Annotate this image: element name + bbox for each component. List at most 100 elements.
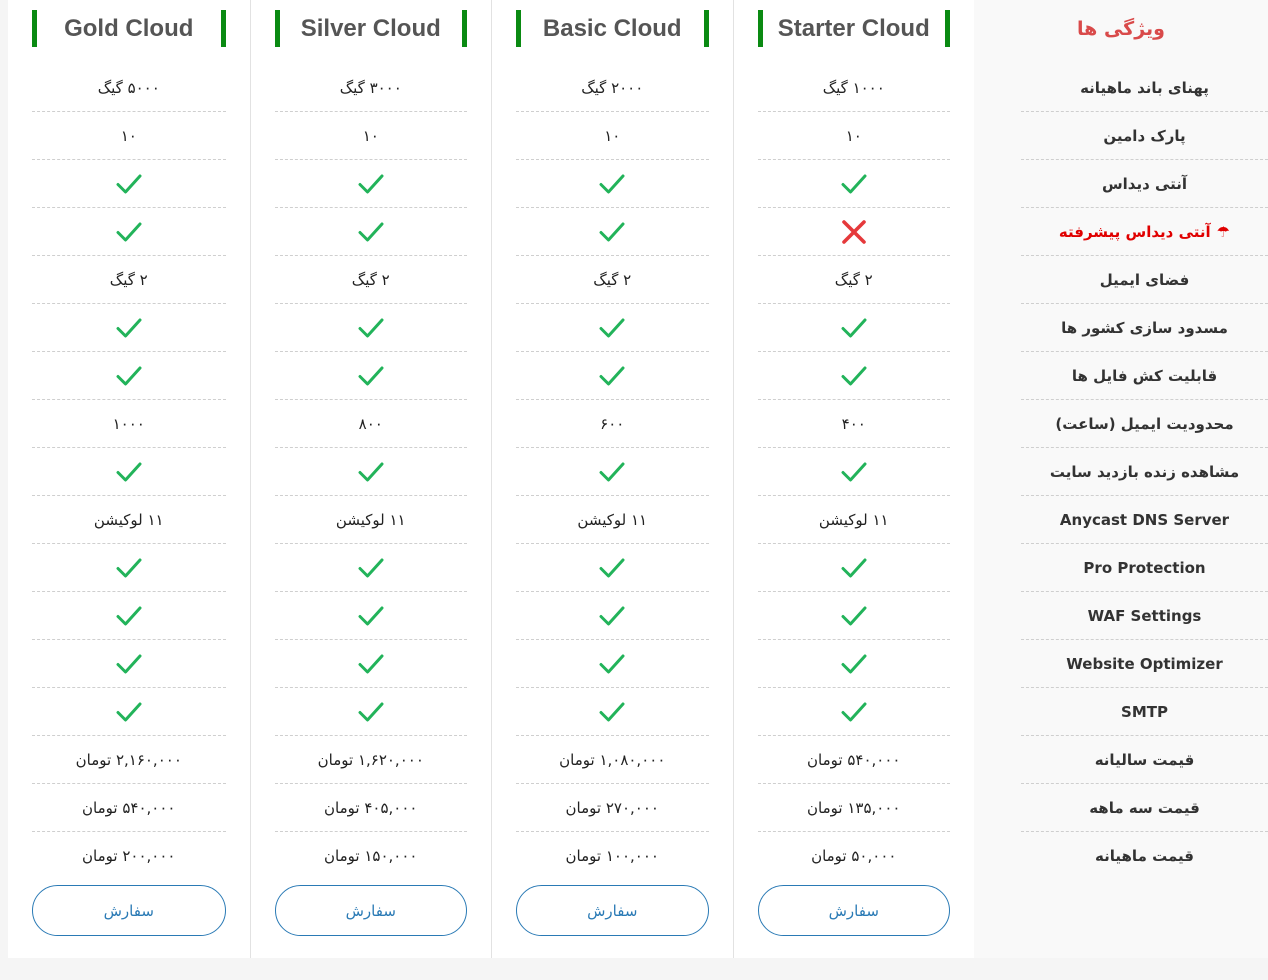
plan-value-text: ۱۱ لوکیشن [335, 510, 406, 529]
plan-values: ۳۰۰۰ گیگ ۱۰ ۲ گیگ ۸۰۰ ۱۱ لوکیشن ۱,۶۲۰,۰۰۰ توم… [274, 64, 468, 880]
plan-value-cell: ۲ گیگ [516, 256, 709, 304]
plan-value-cell: ۲۰۰,۰۰۰ تومان [32, 832, 226, 880]
plan-value-cell: ۱۱ لوکیشن [274, 496, 467, 544]
check-icon [116, 174, 142, 193]
plan-values: ۲۰۰۰ گیگ ۱۰ ۲ گیگ ۶۰۰ ۱۱ لوکیشن ۱,۰۸۰,۰۰۰ توم… [516, 64, 709, 880]
check-icon [358, 654, 384, 673]
feature-row: Anycast DNS Server [1021, 496, 1268, 544]
plan-value-cell [757, 304, 950, 352]
check-icon [358, 606, 384, 625]
plan-value-cell [757, 208, 950, 256]
plan-value-cell [32, 688, 226, 736]
plan-value-text: ۲ گیگ [109, 270, 148, 289]
plan-value-cell [757, 640, 950, 688]
plan-value-cell [274, 544, 467, 592]
plan-column: Gold Cloud ۵۰۰۰ گیگ ۱۰ ۲ گیگ ۱۰۰۰ ۱۱ لوکیشن ۲,… [8, 0, 250, 958]
feature-row: قابلیت کش فایل ها [1021, 352, 1268, 400]
plan-value-text: ۱۱ لوکیشن [577, 510, 648, 529]
plan-value-text: ۱۰۰,۰۰۰ تومان [565, 847, 659, 865]
check-icon [599, 702, 625, 721]
plan-value-text: ۵۴۰,۰۰۰ تومان [807, 750, 901, 769]
features-column: ویژگی ها پهنای باند ماهیانه پارک دامین آنت… [974, 0, 1268, 958]
plan-value-cell [32, 304, 226, 352]
plan-value-cell: ۱,۶۲۰,۰۰۰ تومان [274, 736, 467, 784]
plan-value-cell: ۱۰۰۰ گیگ [757, 64, 950, 112]
feature-row: SMTP [1021, 688, 1268, 736]
plan-value-cell [32, 352, 226, 400]
check-icon [599, 174, 625, 193]
plan-header: Gold Cloud [32, 10, 226, 47]
plan-values: ۱۰۰۰ گیگ ۱۰ ۲ گیگ ۴۰۰ ۱۱ لوکیشن ۵۴۰,۰۰۰ تومان… [757, 64, 951, 880]
plan-title: Gold Cloud [64, 14, 194, 42]
check-icon [116, 702, 142, 721]
plan-value-cell [516, 160, 709, 208]
plan-value-cell [32, 640, 226, 688]
check-icon [599, 366, 625, 385]
feature-row: پهنای باند ماهیانه [1021, 64, 1268, 112]
check-icon [116, 606, 142, 625]
plan-value-text: ۵۰۰۰ گیگ [97, 78, 160, 97]
feature-row: ☂ آنتی دیداس پیشرفته [1021, 208, 1268, 256]
feature-row: مشاهده زنده بازدید سایت [1021, 448, 1268, 496]
plan-value-cell: ۵۰,۰۰۰ تومان [758, 832, 951, 880]
feature-row: فضای ایمیل [1021, 256, 1268, 304]
feature-label: قابلیت کش فایل ها [1071, 366, 1218, 385]
feature-label: محدودیت ایمیل (ساعت) [1055, 414, 1234, 433]
feature-row: مسدود سازی کشور ها [1021, 304, 1268, 352]
check-icon [841, 558, 867, 577]
features-title: ویژگی ها [1077, 17, 1165, 40]
plan-value-cell: ۵۴۰,۰۰۰ تومان [32, 784, 226, 832]
feature-label: قیمت ماهیانه [1095, 847, 1194, 865]
check-icon [599, 318, 625, 337]
check-icon [841, 366, 867, 385]
plan-value-text: ۲ گیگ [593, 270, 632, 289]
plan-value-cell [516, 592, 709, 640]
plan-value-cell [274, 352, 467, 400]
feature-label: فضای ایمیل [1099, 270, 1190, 289]
plan-value-cell [32, 448, 226, 496]
feature-label: SMTP [1121, 702, 1168, 721]
plan-value-cell: ۴۰۵,۰۰۰ تومان [274, 784, 467, 832]
feature-row: WAF Settings [1021, 592, 1268, 640]
plan-value-cell: ۲ گیگ [757, 256, 950, 304]
feature-label: پهنای باند ماهیانه [1080, 78, 1209, 97]
order-button[interactable]: سفارش [516, 885, 709, 936]
feature-row: محدودیت ایمیل (ساعت) [1021, 400, 1268, 448]
plan-value-cell [32, 544, 226, 592]
check-icon [841, 702, 867, 721]
feature-label: Pro Protection [1083, 558, 1206, 577]
check-icon [116, 558, 142, 577]
umbrella-icon: ☂ [1216, 222, 1231, 241]
plan-value-cell: ۱۱ لوکیشن [757, 496, 950, 544]
plan-value-text: ۶۰۰ [600, 414, 625, 433]
plan-value-cell [274, 208, 467, 256]
plan-value-cell: ۳۰۰۰ گیگ [274, 64, 467, 112]
check-icon [116, 366, 142, 385]
order-button[interactable]: سفارش [32, 885, 226, 936]
plan-value-cell: ۱۰ [757, 112, 950, 160]
plan-header: Silver Cloud [274, 10, 467, 47]
plan-value-cell: ۸۰۰ [274, 400, 467, 448]
plan-value-cell [757, 448, 950, 496]
plan-value-text: ۲,۱۶۰,۰۰۰ تومان [75, 750, 182, 769]
check-icon [358, 174, 384, 193]
plan-title: Basic Cloud [542, 14, 682, 42]
plan-value-cell [757, 688, 950, 736]
order-button[interactable]: سفارش [757, 885, 950, 936]
check-icon [841, 318, 867, 337]
feature-row: قیمت سالیانه [1021, 736, 1268, 784]
plan-value-text: ۱۵۰,۰۰۰ تومان [324, 847, 418, 865]
feature-label: قیمت سه ماهه [1089, 798, 1200, 817]
plan-value-text: ۲۰۰,۰۰۰ تومان [82, 847, 176, 865]
plan-value-text: ۵۴۰,۰۰۰ تومان [82, 798, 176, 817]
plan-value-cell [516, 352, 709, 400]
plan-value-text: ۱۱ لوکیشن [93, 510, 164, 529]
check-icon [599, 654, 625, 673]
check-icon [358, 222, 384, 241]
plan-value-cell [757, 352, 950, 400]
plan-value-cell [274, 160, 467, 208]
plan-value-cell: ۱۵۰,۰۰۰ تومان [275, 832, 468, 880]
order-button[interactable]: سفارش [274, 885, 467, 936]
plan-value-cell: ۱۰ [274, 112, 467, 160]
check-icon [116, 222, 142, 241]
